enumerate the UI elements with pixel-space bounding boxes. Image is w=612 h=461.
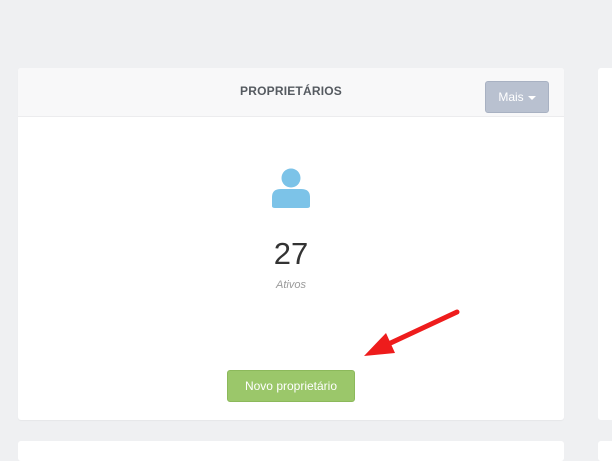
owners-card: PROPRIETÁRIOS Mais 27 Ativos Novo propri…: [18, 68, 564, 420]
new-owner-button[interactable]: Novo proprietário: [227, 370, 355, 402]
card-header: PROPRIETÁRIOS Mais: [18, 68, 564, 117]
caret-down-icon: [527, 95, 536, 100]
bottom-card-right: [598, 441, 612, 461]
user-icon: [272, 168, 310, 208]
owners-count-label: Ativos: [276, 279, 306, 291]
more-button[interactable]: Mais: [485, 81, 549, 113]
owners-count: 27: [273, 236, 309, 271]
card-title: PROPRIETÁRIOS: [240, 84, 342, 98]
more-button-label: Mais: [498, 90, 524, 104]
side-card: [598, 68, 612, 420]
annotation-arrow-icon: [364, 309, 460, 356]
bottom-card: [18, 441, 564, 461]
